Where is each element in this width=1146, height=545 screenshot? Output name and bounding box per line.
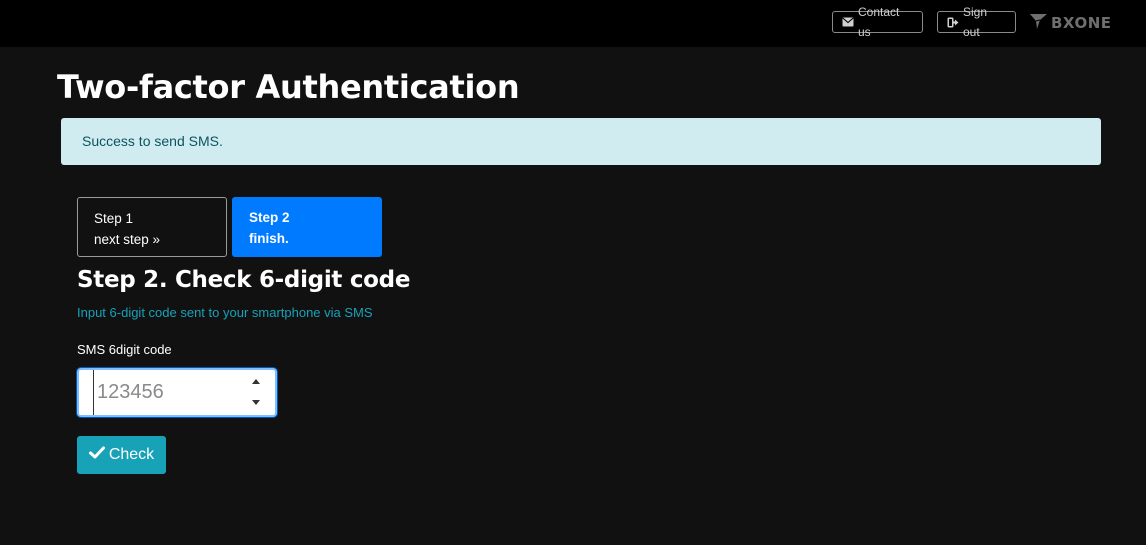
- logo-mark-icon: [1029, 11, 1049, 35]
- step-2-title: Step 2: [249, 210, 290, 225]
- step-1-subtitle: next step »: [94, 232, 161, 247]
- sign-out-button[interactable]: Sign out: [937, 5, 1016, 39]
- contact-us-button[interactable]: Contact us: [832, 5, 923, 39]
- spin-down-icon[interactable]: [252, 400, 260, 405]
- sign-out-label: Sign out: [963, 5, 988, 39]
- envelope-icon: [842, 16, 854, 28]
- sms-code-input[interactable]: [93, 370, 247, 415]
- top-navbar: Contact us Sign out BXONE: [0, 0, 1146, 47]
- step-2-tab[interactable]: Step 2 finish.: [232, 197, 382, 257]
- logo-text: BXONE: [1051, 14, 1112, 32]
- contact-us-label: Contact us: [858, 5, 900, 39]
- page-title: Two-factor Authentication: [57, 68, 520, 106]
- instruction-text: Input 6-digit code sent to your smartpho…: [77, 305, 373, 320]
- success-alert: Success to send SMS.: [61, 118, 1101, 165]
- number-spinner[interactable]: [250, 379, 262, 405]
- checkmark-icon: [88, 446, 105, 464]
- step-heading: Step 2. Check 6-digit code: [77, 267, 411, 293]
- spin-up-icon[interactable]: [252, 379, 260, 384]
- step-1-title: Step 1: [94, 211, 134, 226]
- step-2-subtitle: finish.: [249, 231, 289, 246]
- check-button[interactable]: Check: [77, 436, 166, 474]
- sms-code-field: [77, 368, 277, 417]
- sign-out-icon: [947, 16, 959, 28]
- step-1-tab[interactable]: Step 1 next step »: [77, 197, 227, 257]
- sms-code-label: SMS 6digit code: [77, 342, 172, 357]
- bxone-logo[interactable]: BXONE: [1029, 12, 1112, 34]
- check-button-label: Check: [108, 446, 155, 463]
